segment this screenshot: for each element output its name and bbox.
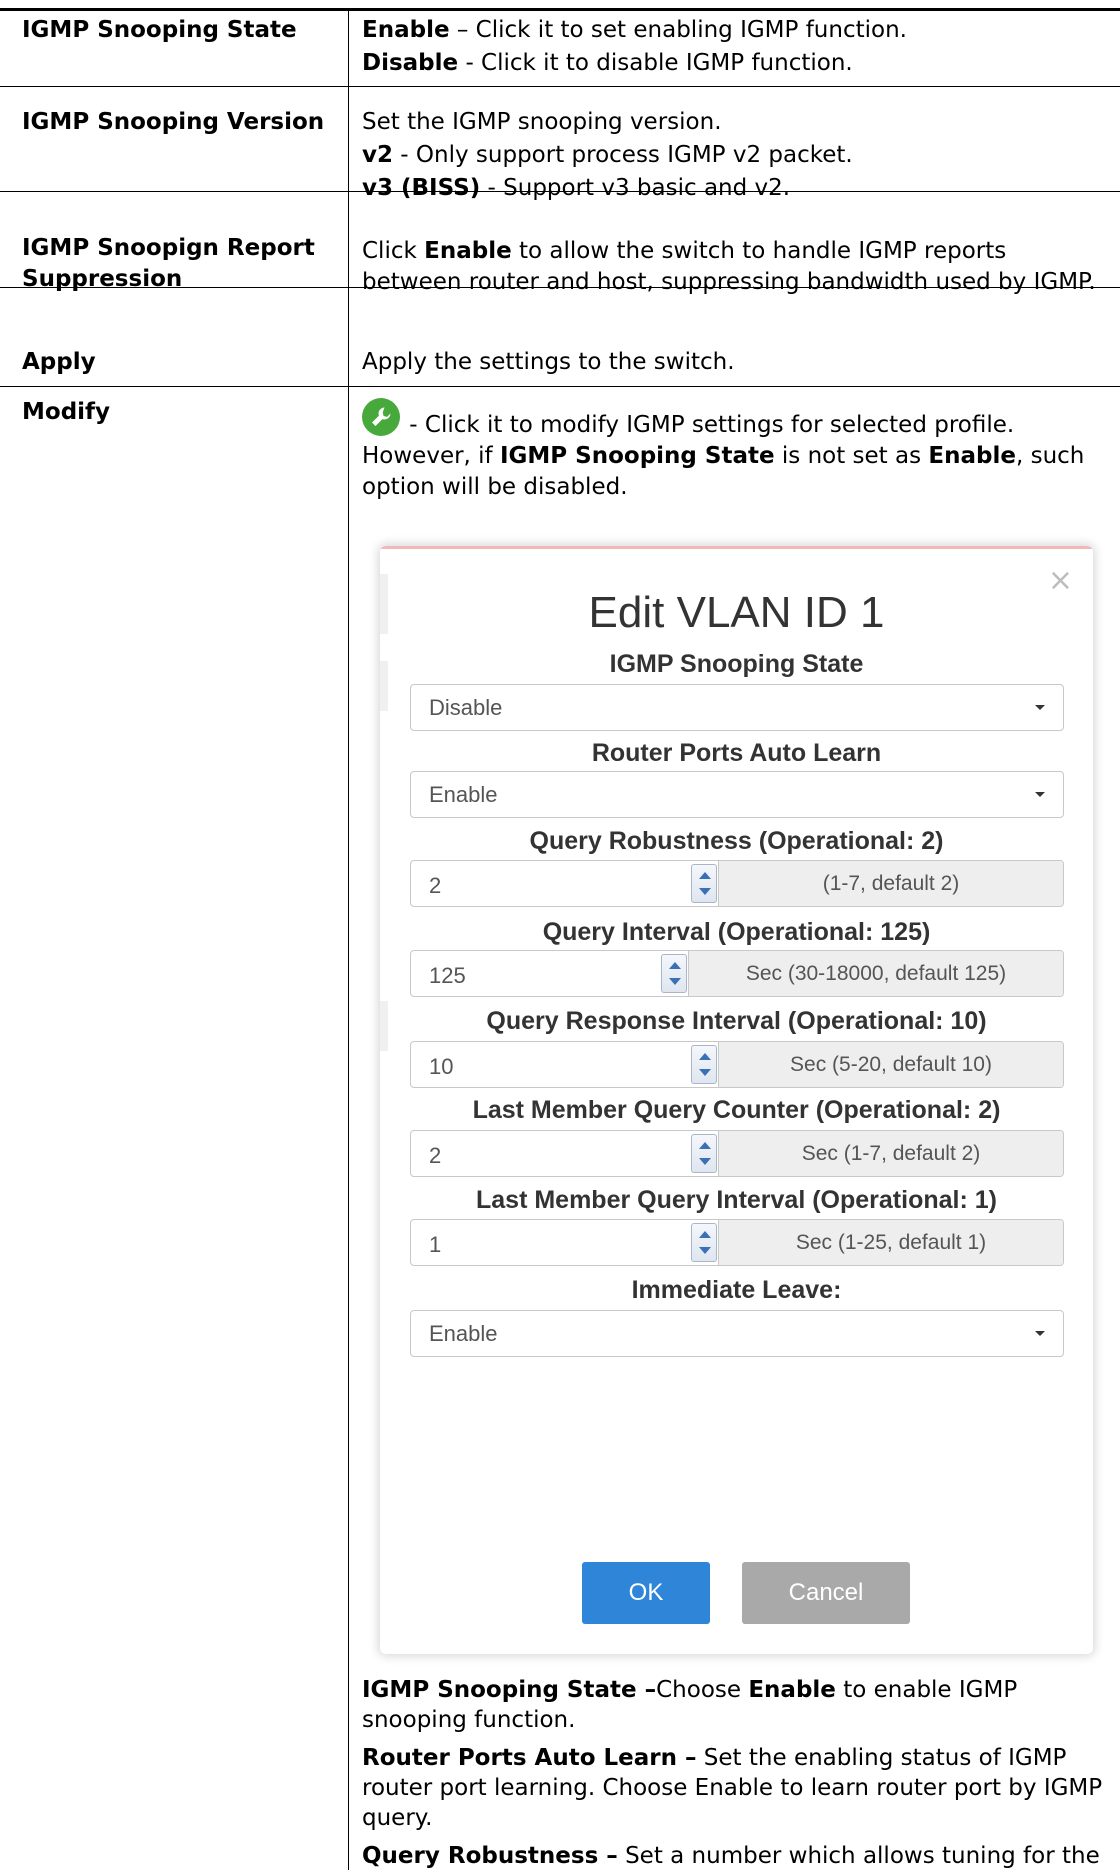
- chevron-down-icon: [1035, 1331, 1045, 1336]
- row-label: Modify: [22, 399, 111, 425]
- last-member-query-counter-input[interactable]: 2 Sec (1-7, default 2): [410, 1130, 1064, 1177]
- chevron-down-icon: [1035, 705, 1045, 710]
- field-label: Query Interval (Operational: 125): [542, 918, 931, 946]
- row-description: Click Enable to allow the switch to hand…: [362, 236, 1112, 298]
- cancel-button[interactable]: Cancel: [742, 1562, 910, 1624]
- input-addon: Sec (30-18000, default 125): [688, 951, 1063, 996]
- term: IGMP Snooping State: [499, 443, 775, 469]
- term: Query Robustness –: [362, 1843, 618, 1869]
- field-label: Immediate Leave:: [631, 1276, 842, 1304]
- input-addon: Sec (1-7, default 2): [718, 1131, 1063, 1176]
- wrench-icon: [362, 398, 400, 436]
- spinner-arrows-icon[interactable]: [661, 954, 687, 993]
- definition: Set the IGMP snooping version.: [362, 109, 722, 135]
- column-divider: [348, 10, 349, 1870]
- router-ports-auto-learn-select[interactable]: Enable: [410, 771, 1064, 818]
- definition: - Only support process IGMP v2 packet.: [393, 142, 853, 168]
- definition: Choose: [656, 1677, 749, 1703]
- input-value: 1: [429, 1232, 442, 1257]
- select-value: Enable: [429, 1321, 498, 1346]
- input-value: 10: [429, 1054, 454, 1079]
- term: Enable: [362, 17, 450, 43]
- row-label: Apply: [22, 349, 96, 375]
- dialog-top-accent: [380, 546, 1093, 549]
- field-label: Last Member Query Counter (Operational: …: [472, 1096, 1001, 1124]
- row-label: IGMP Snoopign Report Suppression: [22, 235, 315, 292]
- input-addon: Sec (5-20, default 10): [718, 1042, 1063, 1087]
- row-description: Set the IGMP snooping version. v2 - Only…: [362, 108, 1112, 203]
- input-value: 125: [429, 963, 466, 988]
- term: Enable: [928, 443, 1016, 469]
- spinner-arrows-icon[interactable]: [691, 1223, 717, 1262]
- spinner-arrows-icon[interactable]: [691, 1045, 717, 1084]
- definition: Apply the settings to the switch.: [362, 349, 735, 375]
- input-addon: (1-7, default 2): [718, 861, 1063, 906]
- field-label: Router Ports Auto Learn: [591, 739, 882, 767]
- edit-vlan-dialog: × Edit VLAN ID 1 IGMP Snooping State Dis…: [380, 546, 1093, 1654]
- term: Disable: [362, 50, 459, 76]
- query-interval-input[interactable]: 125 Sec (30-18000, default 125): [410, 950, 1064, 997]
- field-notes: IGMP Snooping State –Choose Enable to en…: [362, 1675, 1112, 1871]
- row-description: Apply the settings to the switch.: [362, 348, 1112, 377]
- definition: Set a number which allows tuning for the: [617, 1843, 1100, 1869]
- input-addon: Sec (1-25, default 1): [718, 1220, 1063, 1265]
- term: v2: [362, 142, 393, 168]
- immediate-leave-select[interactable]: Enable: [410, 1310, 1064, 1357]
- row-label: IGMP Snooping State: [22, 17, 297, 43]
- spinner-arrows-icon[interactable]: [691, 1134, 717, 1173]
- definition: - Click it to disable IGMP function.: [458, 50, 853, 76]
- field-label: Query Response Interval (Operational: 10…: [486, 1007, 987, 1035]
- field-label: IGMP Snooping State: [609, 650, 864, 678]
- query-response-interval-input[interactable]: 10 Sec (5-20, default 10): [410, 1041, 1064, 1088]
- term: Enable: [424, 238, 512, 264]
- ok-button[interactable]: OK: [582, 1562, 710, 1624]
- term: Enable: [748, 1677, 836, 1703]
- last-member-query-interval-input[interactable]: 1 Sec (1-25, default 1): [410, 1219, 1064, 1266]
- definition: – Click it to set enabling IGMP function…: [449, 17, 907, 43]
- field-label: Query Robustness (Operational: 2): [529, 827, 944, 855]
- chevron-down-icon: [1035, 792, 1045, 797]
- row-label: IGMP Snooping Version: [22, 109, 325, 135]
- dialog-title: Edit VLAN ID 1: [588, 588, 885, 637]
- igmp-snooping-state-select[interactable]: Disable: [410, 684, 1064, 731]
- row-description: Enable – Click it to set enabling IGMP f…: [362, 16, 1112, 78]
- spinner-arrows-icon[interactable]: [691, 864, 717, 903]
- field-label: Last Member Query Interval (Operational:…: [476, 1186, 997, 1214]
- row-description: - Click it to modify IGMP settings for s…: [362, 398, 1112, 503]
- select-value: Enable: [429, 782, 498, 807]
- select-value: Disable: [429, 695, 503, 720]
- definition: Click: [362, 238, 425, 264]
- input-value: 2: [429, 1143, 442, 1168]
- query-robustness-input[interactable]: 2 (1-7, default 2): [410, 860, 1064, 907]
- term: IGMP Snooping State –: [362, 1677, 657, 1703]
- definition: is not set as: [774, 443, 929, 469]
- input-value: 2: [429, 873, 442, 898]
- term: Router Ports Auto Learn –: [362, 1745, 697, 1771]
